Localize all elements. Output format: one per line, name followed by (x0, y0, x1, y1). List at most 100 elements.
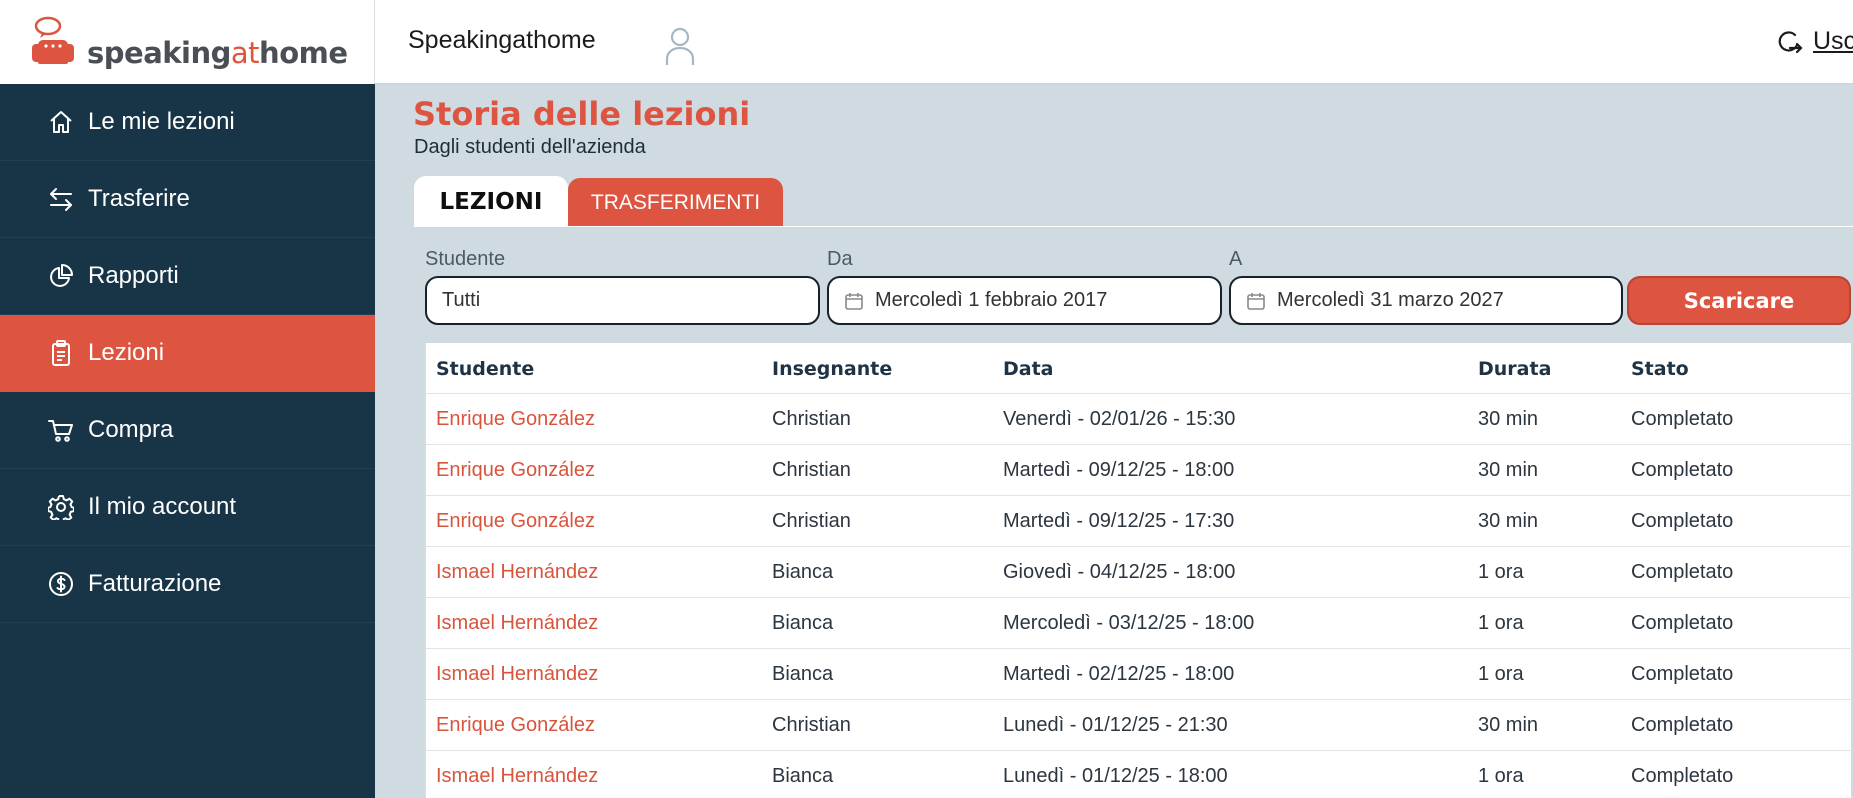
logout-label: Uscita (1813, 26, 1853, 55)
table-row: Ismael Hernández Bianca Martedì - 02/12/… (426, 649, 1852, 700)
table-row: Ismael Hernández Bianca Lunedì - 01/12/2… (426, 751, 1852, 798)
student-select[interactable]: Tutti (425, 276, 820, 325)
logo[interactable]: speakingathome (0, 0, 375, 84)
tab-trasferimenti[interactable]: TRASFERIMENTI (568, 178, 783, 227)
student-link[interactable]: Ismael Hernández (436, 649, 598, 700)
student-filter-label: Studente (425, 248, 506, 270)
sidebar-item-il-mio-account[interactable]: Il mio account (0, 469, 375, 546)
column-header-durata[interactable]: Durata (1478, 343, 1551, 394)
status-cell: Completato (1631, 510, 1734, 532)
sidebar: speakingathome Le mie lezioni Trasferire… (0, 0, 375, 798)
column-header-stato[interactable]: Stato (1631, 343, 1689, 394)
from-date-label: Da (827, 248, 853, 270)
sidebar-item-fatturazione[interactable]: Fatturazione (0, 546, 375, 623)
status-cell: Completato (1631, 612, 1734, 634)
sidebar-item-label: Trasferire (88, 185, 190, 212)
home-icon (47, 108, 75, 136)
column-header-data[interactable]: Data (1003, 343, 1054, 394)
duration-cell: 30 min (1478, 714, 1539, 736)
student-link[interactable]: Enrique González (436, 445, 595, 496)
sidebar-item-compra[interactable]: Compra (0, 392, 375, 469)
date-cell: Martedì - 09/12/25 - 18:00 (1003, 459, 1235, 481)
status-cell: Completato (1631, 714, 1734, 736)
company-name: Speakingathome (408, 26, 596, 54)
sidebar-item-trasferire[interactable]: Trasferire (0, 161, 375, 238)
table-row: Enrique González Christian Venerdì - 02/… (426, 394, 1852, 445)
teacher-cell: Christian (772, 459, 851, 481)
sidebar-item-rapporti[interactable]: Rapporti (0, 238, 375, 315)
date-cell: Giovedì - 04/12/25 - 18:00 (1003, 561, 1236, 583)
logout-icon (1778, 31, 1803, 54)
lessons-table: Studente Insegnante Data Durata Stato En… (425, 343, 1852, 798)
sidebar-item-label: Il mio account (88, 493, 237, 520)
calendar-icon (845, 292, 863, 310)
to-date-input[interactable]: Mercoledì 31 marzo 2027 (1229, 276, 1623, 325)
table-row: Enrique González Christian Martedì - 09/… (426, 496, 1852, 547)
duration-cell: 1 ora (1478, 612, 1524, 634)
sidebar-item-label: Lezioni (88, 339, 165, 366)
sidebar-item-label: Compra (88, 416, 174, 443)
sidebar-item-label: Fatturazione (88, 570, 222, 597)
sidebar-item-label: Le mie lezioni (88, 108, 235, 135)
status-cell: Completato (1631, 765, 1734, 787)
date-cell: Martedì - 02/12/25 - 18:00 (1003, 663, 1235, 685)
to-date-value: Mercoledì 31 marzo 2027 (1277, 289, 1504, 311)
teacher-cell: Bianca (772, 561, 834, 583)
cart-icon (47, 416, 75, 444)
table-row: Enrique González Christian Martedì - 09/… (426, 445, 1852, 496)
teacher-cell: Bianca (772, 765, 834, 787)
student-link[interactable]: Ismael Hernández (436, 547, 598, 598)
student-link[interactable]: Ismael Hernández (436, 751, 598, 798)
student-link[interactable]: Enrique González (436, 394, 595, 445)
page-title: Storia delle lezioni (413, 95, 751, 133)
sidebar-item-label: Rapporti (88, 262, 179, 289)
status-cell: Completato (1631, 663, 1734, 685)
gear-icon (47, 493, 75, 521)
teacher-cell: Christian (772, 714, 851, 736)
to-date-label: A (1229, 248, 1243, 270)
table-row: Ismael Hernández Bianca Mercoledì - 03/1… (426, 598, 1852, 649)
status-cell: Completato (1631, 561, 1734, 583)
duration-cell: 30 min (1478, 510, 1539, 532)
logo-text-speaking: speaking (87, 36, 231, 70)
logout-link[interactable]: Uscita (1775, 24, 1853, 58)
tab-divider (414, 226, 1853, 227)
teacher-cell: Bianca (772, 663, 834, 685)
logo-text-at: at (230, 36, 260, 70)
sidebar-item-le-mie-lezioni[interactable]: Le mie lezioni (0, 84, 375, 161)
duration-cell: 1 ora (1478, 663, 1524, 685)
teacher-cell: Christian (772, 408, 851, 430)
student-select-value: Tutti (442, 289, 481, 311)
from-date-value: Mercoledì 1 febbraio 2017 (875, 289, 1108, 311)
status-cell: Completato (1631, 408, 1734, 430)
transfer-arrows-icon (47, 185, 75, 213)
pie-chart-icon (47, 262, 75, 290)
student-link[interactable]: Enrique González (436, 700, 595, 751)
student-link[interactable]: Ismael Hernández (436, 598, 598, 649)
logo-text-home: home (259, 36, 348, 70)
date-cell: Lunedì - 01/12/25 - 21:30 (1003, 714, 1228, 736)
student-link[interactable]: Enrique González (436, 496, 595, 547)
table-row: Ismael Hernández Bianca Giovedì - 04/12/… (426, 547, 1852, 598)
dollar-circle-icon (47, 570, 75, 598)
date-cell: Mercoledì - 03/12/25 - 18:00 (1003, 612, 1255, 634)
column-header-studente[interactable]: Studente (436, 343, 534, 394)
logo-text: speakingathome (87, 36, 348, 70)
date-cell: Martedì - 09/12/25 - 17:30 (1003, 510, 1235, 532)
table-header: Studente Insegnante Data Durata Stato (426, 343, 1852, 394)
from-date-input[interactable]: Mercoledì 1 febbraio 2017 (827, 276, 1222, 325)
tab-lezioni[interactable]: LEZIONI (414, 176, 568, 227)
duration-cell: 1 ora (1478, 765, 1524, 787)
duration-cell: 30 min (1478, 408, 1539, 430)
calendar-icon (1247, 292, 1265, 310)
user-avatar-icon[interactable] (664, 26, 696, 66)
sidebar-item-lezioni[interactable]: Lezioni (0, 315, 375, 392)
armchair-logo-icon (32, 16, 74, 64)
sidebar-nav: Le mie lezioni Trasferire Rapporti Lezio… (0, 84, 375, 623)
top-bar: Speakingathome Uscita (375, 0, 1853, 84)
column-header-insegnante[interactable]: Insegnante (772, 343, 892, 394)
teacher-cell: Christian (772, 510, 851, 532)
duration-cell: 1 ora (1478, 561, 1524, 583)
download-button[interactable]: Scaricare (1627, 276, 1851, 325)
teacher-cell: Bianca (772, 612, 834, 634)
